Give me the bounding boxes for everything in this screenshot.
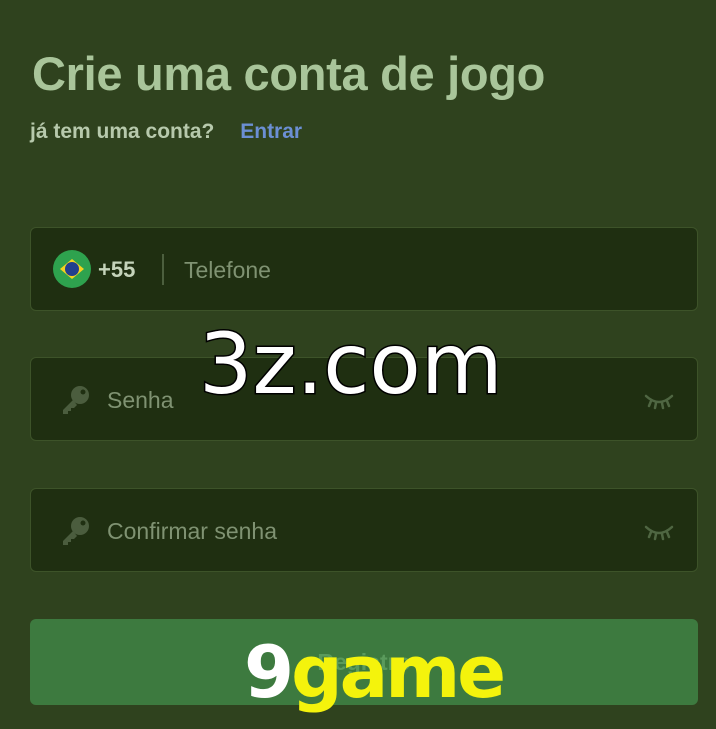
password-input[interactable] bbox=[107, 380, 627, 420]
confirm-password-input[interactable] bbox=[107, 511, 627, 551]
login-prompt-text: já tem uma conta? bbox=[30, 120, 215, 143]
page-title: Crie uma conta de jogo bbox=[32, 47, 546, 100]
field-divider bbox=[162, 254, 164, 285]
password-field[interactable] bbox=[30, 357, 698, 441]
phone-input[interactable] bbox=[184, 250, 664, 290]
key-icon bbox=[63, 517, 89, 545]
confirm-password-field[interactable] bbox=[30, 488, 698, 572]
login-link[interactable]: Entrar bbox=[240, 120, 302, 143]
phone-field[interactable]: +55 bbox=[30, 227, 698, 311]
login-prompt: já tem uma conta? Entrar bbox=[30, 120, 302, 144]
eye-closed-icon[interactable] bbox=[643, 388, 675, 412]
register-button[interactable]: Registro bbox=[30, 619, 698, 705]
eye-closed-icon[interactable] bbox=[643, 519, 675, 543]
country-code[interactable]: +55 bbox=[98, 257, 135, 283]
brazil-flag-icon[interactable] bbox=[53, 250, 91, 288]
key-icon bbox=[63, 386, 89, 414]
